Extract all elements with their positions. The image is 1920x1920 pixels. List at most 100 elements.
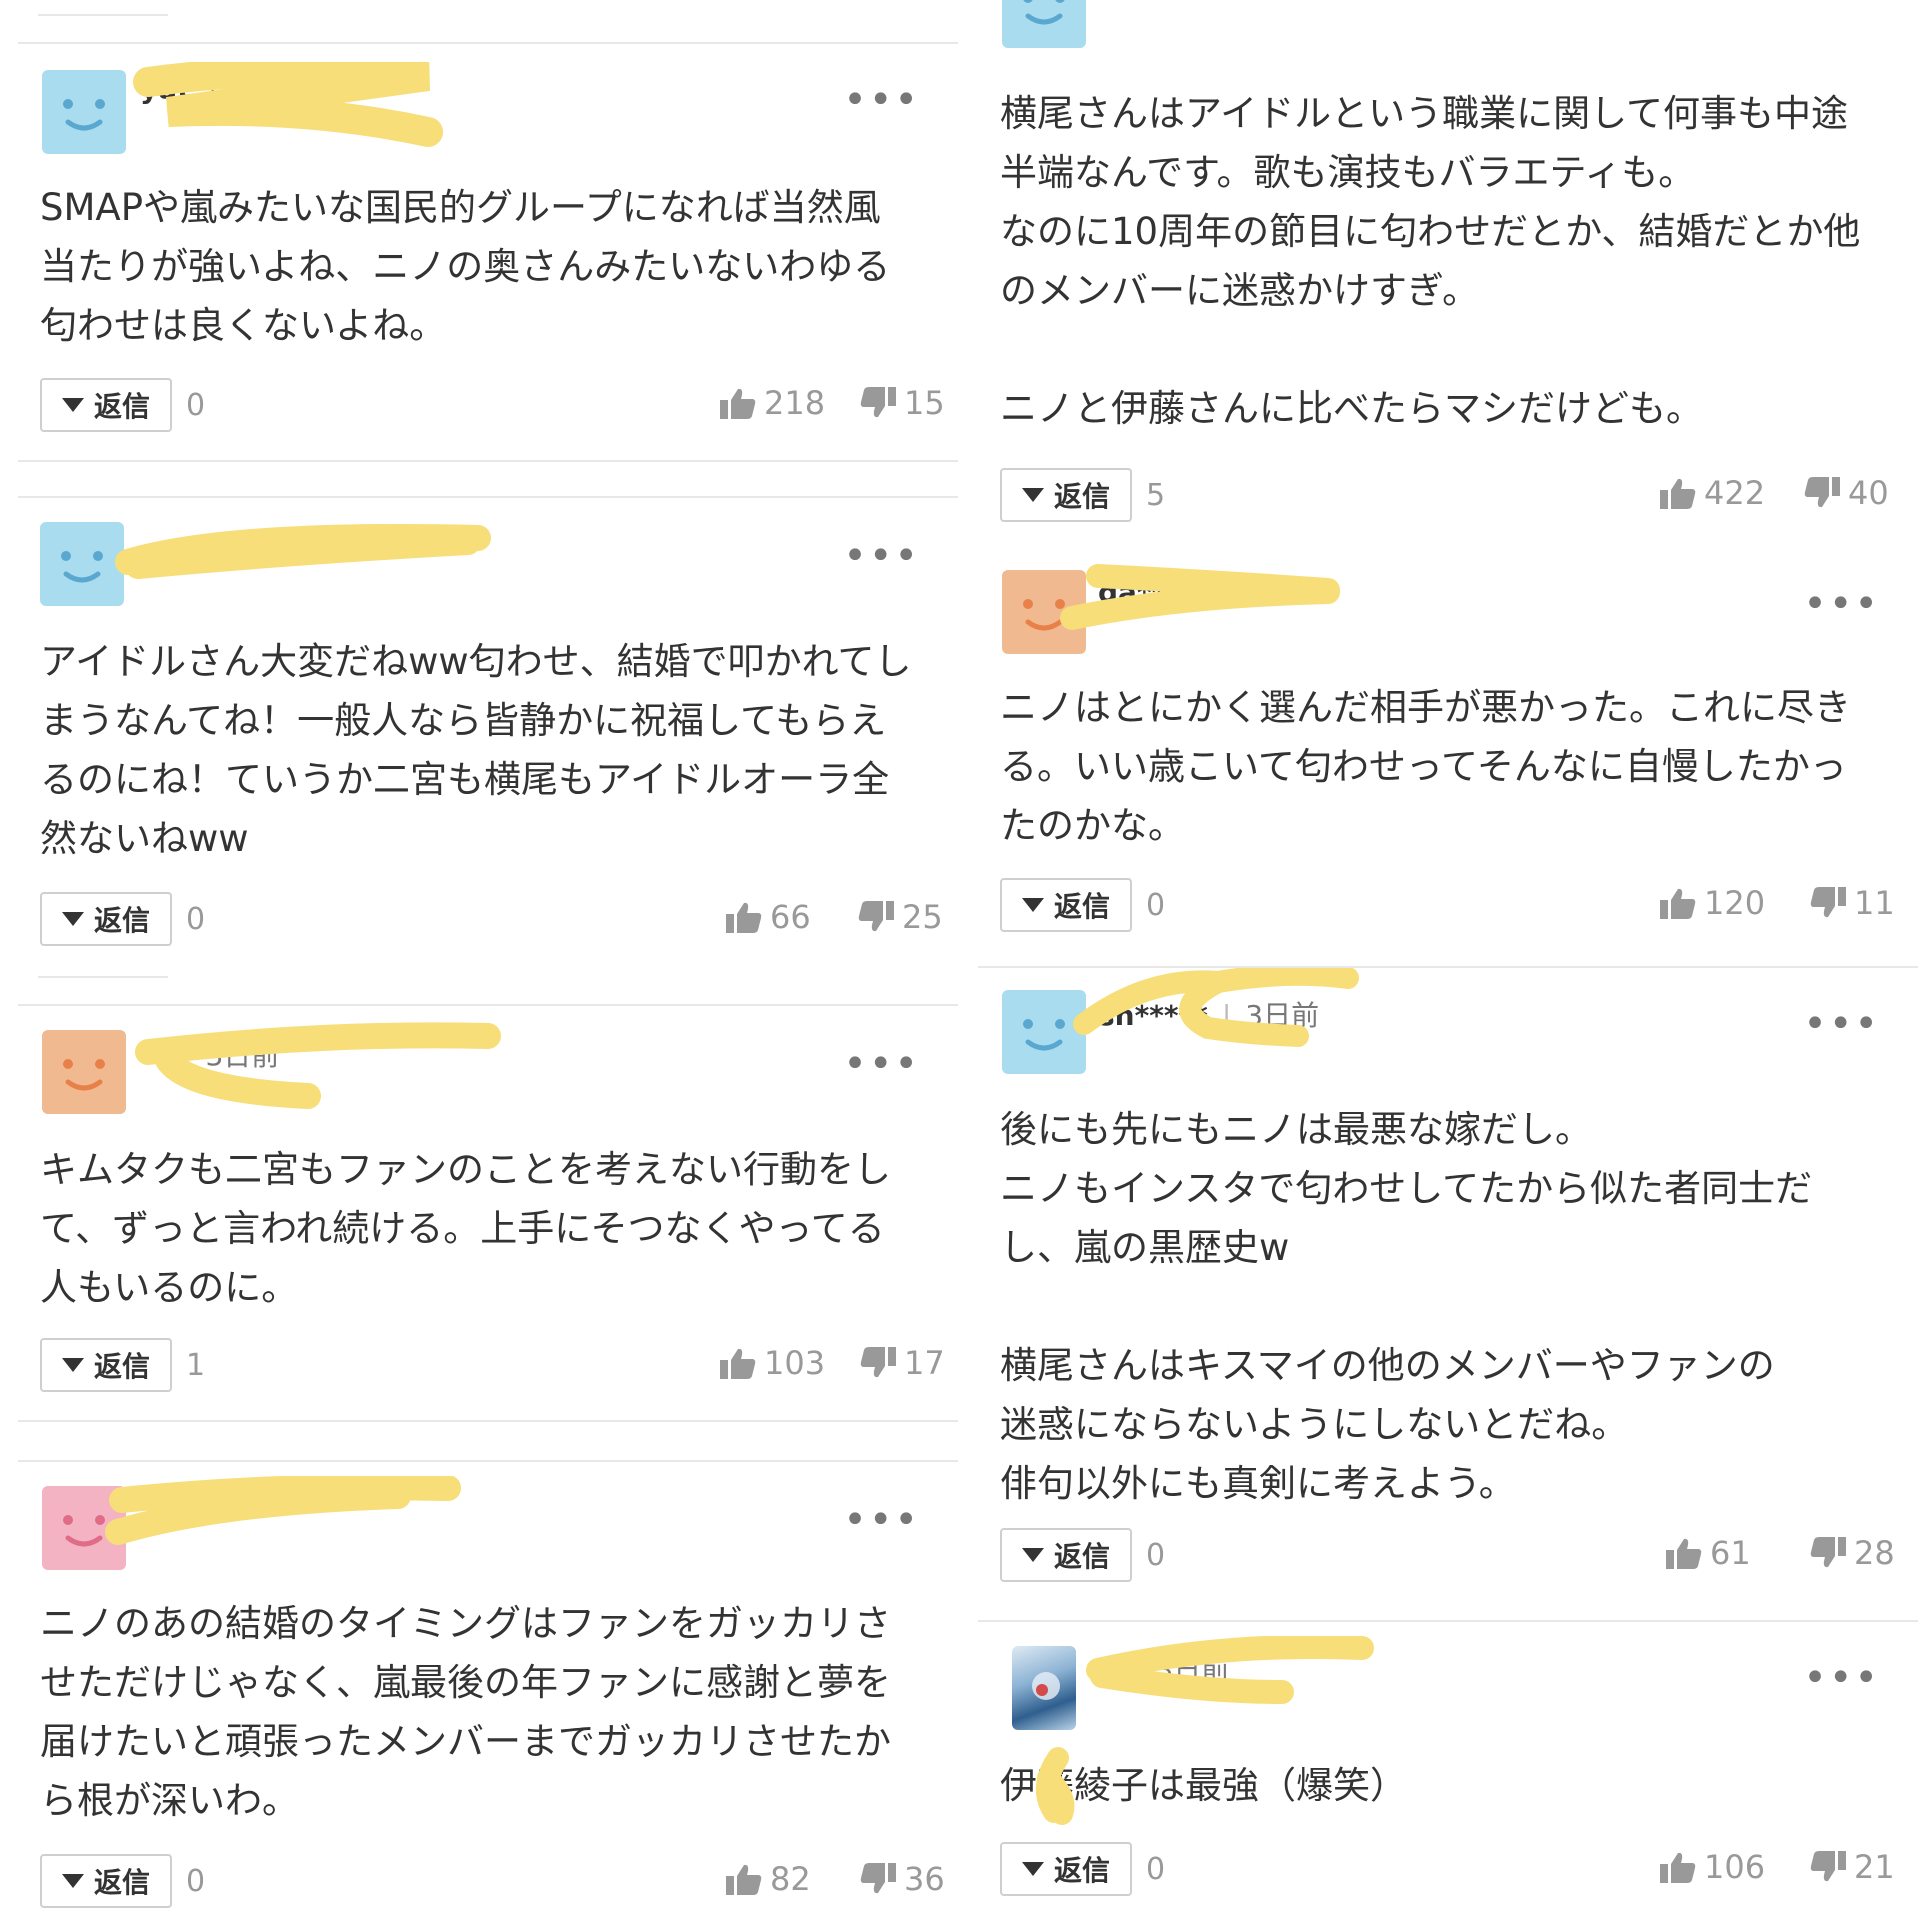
like-count: 120 [1704,884,1766,922]
dislike-count: 28 [1854,1534,1895,1572]
caret-down-icon [61,1358,84,1372]
smiley-face-icon [63,1059,105,1091]
comment-actions: 返信 0 218 15 [40,378,945,436]
thumbs-up-icon [1660,1852,1696,1883]
meta-separator: | [1132,1653,1142,1686]
more-dots-icon[interactable]: ••• [1803,1004,1880,1044]
reply-button[interactable]: 返信 [40,1338,172,1392]
dislike-button[interactable]: 28 [1810,1534,1895,1572]
comment-meta: yat***** [140,72,264,105]
reply-label: 返信 [1053,1540,1110,1573]
smiley-face-icon [1023,0,1065,25]
reply-button[interactable]: 返信 [1000,468,1132,522]
thumbs-down-icon [1810,1537,1846,1568]
dislike-button[interactable]: 21 [1810,1848,1895,1886]
divider [18,1420,958,1422]
dislike-button[interactable]: 11 [1810,884,1895,922]
comment-text: 伊藤綾子は最強（爆笑） [1000,1764,1407,1807]
smiley-face-icon [1023,1019,1065,1051]
reply-button[interactable]: 返信 [1000,1528,1132,1582]
like-button[interactable]: 61 [1666,1534,1751,1572]
smiley-face-icon [61,551,103,583]
avatar[interactable] [1002,990,1086,1074]
avatar[interactable] [42,1030,126,1114]
comment-meta: sh***** | 3日前 [1098,994,1319,1034]
dislike-button[interactable]: 17 [860,1344,945,1382]
comment-text: ニノのあの結婚のタイミングはファンをガッカリさ せただけじゃなく、嵐最後の年ファ… [40,1602,891,1822]
like-button[interactable]: 422 [1660,474,1765,512]
dislike-button[interactable]: 25 [858,898,943,936]
comment-text: 後にも先にもニノは最悪な嫁だし。 ニノもインスタで匂わせしてたから似た者同士だ … [1000,1108,1813,1505]
reply-count: 0 [1146,1852,1166,1887]
timestamp: 3日前 [1245,999,1320,1032]
comment-meta: | 3日前 [168,1034,279,1074]
profile-photo-icon [1032,1672,1060,1700]
comment-actions: 返信 5 422 40 [1000,468,1900,526]
meta-separator: | [182,1039,192,1072]
comment-actions: 返信 0 120 11 [1000,878,1900,936]
more-dots-icon[interactable]: ••• [843,1044,920,1084]
reply-button[interactable]: 返信 [1000,1842,1132,1896]
more-dots-icon[interactable]: ••• [843,1500,920,1540]
reply-label: 返信 [93,1866,150,1899]
more-dots-icon[interactable]: ••• [1803,584,1880,624]
thumbs-up-icon [726,1864,762,1895]
comment-actions: 返信 0 61 28 [1000,1528,1900,1586]
reply-button[interactable]: 返信 [40,378,172,432]
avatar[interactable] [1002,0,1086,48]
reply-button[interactable]: 返信 [1000,878,1132,932]
divider [978,1620,1918,1622]
dislike-button[interactable]: 15 [860,384,945,422]
dislike-count: 17 [904,1344,945,1382]
divider [978,966,1918,968]
divider [18,496,958,498]
reply-count: 0 [1146,888,1166,923]
avatar[interactable] [42,70,126,154]
like-button[interactable]: 103 [720,1344,825,1382]
dislike-button[interactable]: 36 [860,1860,945,1898]
like-button[interactable]: 120 [1660,884,1765,922]
username[interactable]: sh***** [1098,999,1208,1032]
like-count: 422 [1704,474,1766,512]
username[interactable]: yat***** [140,72,264,105]
reply-button[interactable]: 返信 [40,892,172,946]
caret-down-icon [1021,898,1044,912]
avatar[interactable] [1012,1646,1076,1730]
avatar[interactable] [42,1486,126,1570]
more-dots-icon[interactable]: ••• [843,80,920,120]
divider [18,1004,958,1006]
dislike-count: 36 [904,1860,945,1898]
reply-label: 返信 [1053,480,1110,513]
reply-button[interactable]: 返信 [40,1854,172,1908]
more-dots-icon[interactable]: ••• [1803,1658,1880,1698]
divider [38,976,168,978]
like-count: 106 [1704,1848,1766,1886]
thumbs-up-icon [720,388,756,419]
dislike-count: 15 [904,384,945,422]
like-button[interactable]: 218 [720,384,825,422]
reply-count: 0 [1146,1538,1166,1573]
username[interactable]: ga***** [1098,576,1210,609]
like-count: 66 [770,898,811,936]
dislike-count: 25 [902,898,943,936]
avatar[interactable] [40,522,124,606]
avatar[interactable] [1002,570,1086,654]
more-dots-icon[interactable]: ••• [843,536,920,576]
reply-label: 返信 [1053,890,1110,923]
reply-count: 0 [186,902,206,937]
caret-down-icon [1021,1548,1044,1562]
comment-actions: 返信 0 82 36 [40,1854,945,1912]
comment-text: SMAPや嵐みたいな国民的グループになれば当然風 当たりが強いよね、ニノの奥さん… [40,186,891,347]
like-button[interactable]: 82 [726,1860,811,1898]
dislike-button[interactable]: 40 [1804,474,1889,512]
comment-meta: | 3日前 [1118,1648,1229,1688]
comment-meta: ga***** [1098,576,1210,609]
like-button[interactable]: 66 [726,898,811,936]
caret-down-icon [1021,488,1044,502]
reply-count: 1 [186,1348,206,1383]
divider [18,460,958,462]
thumbs-down-icon [860,1863,896,1894]
like-button[interactable]: 106 [1660,1848,1765,1886]
caret-down-icon [1021,1862,1044,1876]
like-count: 82 [770,1860,811,1898]
